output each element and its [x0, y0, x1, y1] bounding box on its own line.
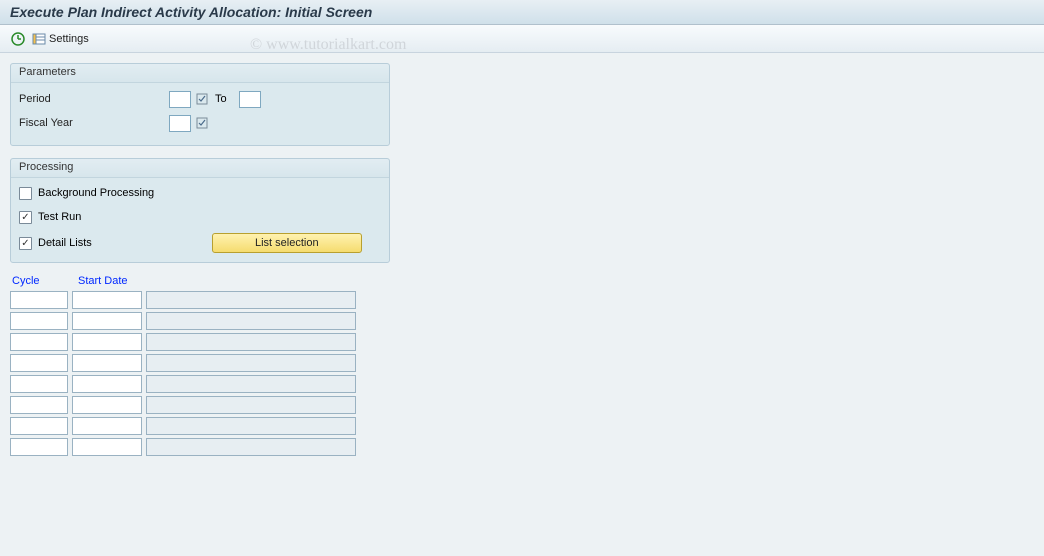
- parameters-group: Parameters Period To Fiscal Year: [10, 63, 390, 146]
- start-date-input[interactable]: [72, 375, 142, 393]
- description-input[interactable]: [146, 291, 356, 309]
- test-run-label: Test Run: [38, 211, 81, 223]
- start-date-input[interactable]: [72, 333, 142, 351]
- cycle-input[interactable]: [10, 396, 68, 414]
- start-date-input[interactable]: [72, 438, 142, 456]
- cycle-column-header[interactable]: Cycle: [12, 275, 78, 287]
- settings-label: Settings: [49, 33, 89, 45]
- list-selection-button[interactable]: List selection: [212, 233, 362, 253]
- parameters-title: Parameters: [11, 64, 389, 83]
- execute-icon[interactable]: [10, 31, 26, 47]
- fiscal-year-input[interactable]: [169, 115, 191, 132]
- settings-button[interactable]: Settings: [32, 32, 89, 46]
- start-date-input[interactable]: [72, 312, 142, 330]
- processing-group: Processing Background Processing Test Ru…: [10, 158, 390, 263]
- background-processing-label: Background Processing: [38, 187, 154, 199]
- period-to-input[interactable]: [239, 91, 261, 108]
- start-date-input[interactable]: [72, 291, 142, 309]
- table-body: [10, 291, 1034, 456]
- processing-title: Processing: [11, 159, 389, 178]
- test-run-checkbox[interactable]: [19, 211, 32, 224]
- cycle-input[interactable]: [10, 375, 68, 393]
- required-icon: [195, 93, 209, 105]
- table-row: [10, 291, 1034, 309]
- description-input[interactable]: [146, 438, 356, 456]
- cycle-input[interactable]: [10, 333, 68, 351]
- detail-lists-label: Detail Lists: [38, 237, 92, 249]
- start-date-input[interactable]: [72, 396, 142, 414]
- table-row: [10, 354, 1034, 372]
- cycle-input[interactable]: [10, 417, 68, 435]
- detail-lists-checkbox[interactable]: [19, 237, 32, 250]
- cycle-table: Cycle Start Date: [10, 275, 1034, 456]
- table-row: [10, 417, 1034, 435]
- table-row: [10, 312, 1034, 330]
- fiscal-year-label: Fiscal Year: [19, 117, 169, 129]
- content-area: Parameters Period To Fiscal Year: [0, 53, 1044, 469]
- description-input[interactable]: [146, 354, 356, 372]
- settings-icon: [32, 32, 46, 46]
- description-input[interactable]: [146, 312, 356, 330]
- start-date-column-header[interactable]: Start Date: [78, 275, 158, 287]
- required-icon: [195, 117, 209, 129]
- table-row: [10, 438, 1034, 456]
- description-input[interactable]: [146, 375, 356, 393]
- period-label: Period: [19, 93, 169, 105]
- description-input[interactable]: [146, 396, 356, 414]
- table-row: [10, 375, 1034, 393]
- cycle-input[interactable]: [10, 438, 68, 456]
- table-row: [10, 333, 1034, 351]
- start-date-input[interactable]: [72, 417, 142, 435]
- to-label: To: [215, 93, 227, 105]
- cycle-input[interactable]: [10, 312, 68, 330]
- window-title: Execute Plan Indirect Activity Allocatio…: [0, 0, 1044, 25]
- period-from-input[interactable]: [169, 91, 191, 108]
- description-input[interactable]: [146, 333, 356, 351]
- start-date-input[interactable]: [72, 354, 142, 372]
- table-row: [10, 396, 1034, 414]
- cycle-input[interactable]: [10, 291, 68, 309]
- cycle-input[interactable]: [10, 354, 68, 372]
- background-processing-checkbox[interactable]: [19, 187, 32, 200]
- description-input[interactable]: [146, 417, 356, 435]
- application-toolbar: Settings: [0, 25, 1044, 53]
